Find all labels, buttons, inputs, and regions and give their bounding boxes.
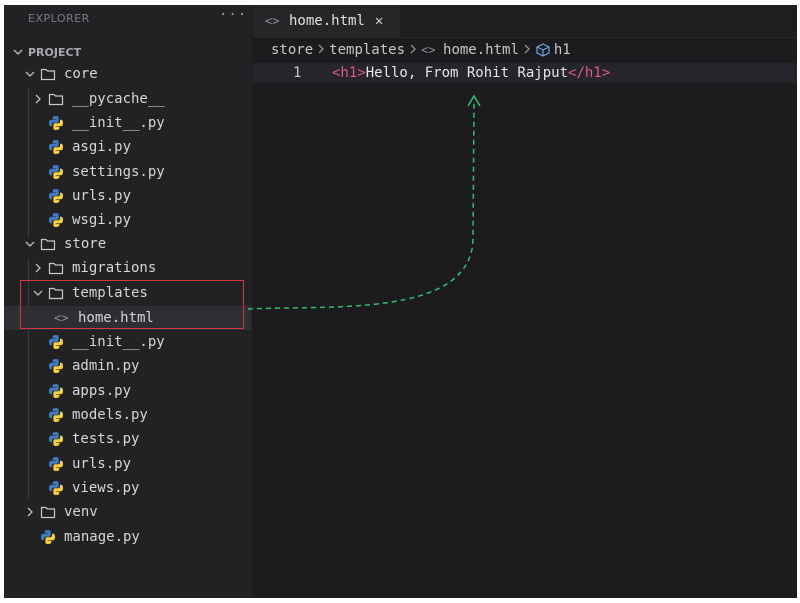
tree-item[interactable]: apps.py (48, 380, 131, 402)
tab-label: home.html (289, 13, 365, 29)
chevron-right-icon (32, 93, 44, 105)
tree-item[interactable]: __pycache__ (32, 88, 165, 110)
tree-item-label: __init__.py (72, 115, 165, 131)
tree-item-label: apps.py (72, 383, 132, 399)
tree-item-label: settings.py (72, 164, 165, 180)
tree-item-label: asgi.py (72, 139, 132, 155)
tree-item-label: __init__.py (72, 334, 165, 350)
explorer-title: EXPLORER (28, 12, 90, 25)
tree-item-label: core (64, 66, 98, 82)
python-file-icon (48, 407, 64, 423)
python-file-icon (48, 480, 64, 496)
folder-icon (48, 92, 64, 106)
tree-item[interactable]: venv (24, 501, 98, 523)
tree-item[interactable]: __init__.py (48, 112, 165, 134)
tree-item[interactable]: urls.py (48, 453, 131, 475)
code-line-1[interactable]: <h1>Hello, From Rohit Rajput</h1> (332, 65, 610, 81)
tree-item-label: wsgi.py (72, 212, 132, 228)
breadcrumb-item-h1[interactable]: h1 (554, 42, 571, 58)
tree-item-label: store (64, 236, 107, 252)
chevron-down-icon (12, 46, 24, 58)
tree-item-label: models.py (72, 407, 148, 423)
tree-item-label: __pycache__ (72, 91, 165, 107)
python-file-icon (48, 456, 64, 472)
tree-item[interactable]: wsgi.py (48, 209, 131, 231)
folder-icon (40, 67, 56, 81)
tree-item-label: tests.py (72, 431, 140, 447)
indent-guide (28, 88, 29, 238)
tree-item[interactable]: models.py (48, 404, 148, 426)
chevron-right-icon (317, 43, 325, 57)
tree-item-label: urls.py (72, 456, 132, 472)
breadcrumb-item-templates[interactable]: templates (329, 42, 405, 58)
line-number: 1 (293, 65, 302, 81)
tree-item-label: admin.py (72, 358, 140, 374)
chevron-right-icon (523, 43, 531, 57)
tree-item-label: migrations (72, 260, 157, 276)
chevron-right-icon (32, 262, 44, 274)
html-file-icon: <> (421, 43, 436, 57)
chevron-down-icon (24, 68, 36, 80)
tree-item[interactable]: settings.py (48, 161, 165, 183)
python-file-icon (48, 188, 64, 204)
code-text: Hello, From Rohit Rajput (365, 65, 569, 81)
folder-icon (40, 505, 56, 519)
chevron-right-icon (24, 506, 36, 518)
tree-item[interactable]: manage.py (40, 526, 140, 548)
python-file-icon (48, 164, 64, 180)
chevron-right-icon (409, 43, 417, 57)
tree-item[interactable]: core (24, 63, 98, 85)
python-file-icon (48, 139, 64, 155)
tree-item-label: venv (64, 504, 98, 520)
explorer-sidebar: EXPLORER ··· PROJECT core __pycache__ __in… (4, 5, 252, 598)
tree-item[interactable]: __init__.py (48, 331, 165, 353)
tree-item[interactable]: tests.py (48, 428, 139, 450)
python-file-icon (48, 383, 64, 399)
folder-icon (40, 237, 56, 251)
python-file-icon (48, 358, 64, 374)
annotation-highlight-box (20, 280, 244, 329)
tab-home-html[interactable]: <> home.html ✕ (253, 5, 400, 37)
html-file-icon: <> (265, 14, 280, 28)
breadcrumb-item-store[interactable]: store (271, 42, 313, 58)
element-cube-icon (535, 42, 551, 58)
breadcrumb: store templates <> home.html h1 (271, 39, 571, 61)
code-close-tag: </h1> (568, 65, 611, 81)
tree-item[interactable]: store (24, 233, 106, 255)
python-file-icon (48, 334, 64, 350)
code-open-tag: <h1> (332, 65, 366, 81)
python-file-icon (48, 431, 64, 447)
editor-area: <> home.html ✕ store templates <> home.h… (253, 5, 797, 598)
close-icon[interactable]: ✕ (375, 13, 383, 29)
project-label: PROJECT (28, 45, 82, 59)
tree-item[interactable]: views.py (48, 477, 139, 499)
tab-bar: <> home.html ✕ (253, 5, 797, 38)
tree-item[interactable]: asgi.py (48, 136, 131, 158)
tree-item-label: urls.py (72, 188, 132, 204)
tree-item[interactable]: migrations (32, 257, 156, 279)
python-file-icon (48, 212, 64, 228)
tree-item-label: manage.py (64, 529, 140, 545)
tree-item-label: views.py (72, 480, 140, 496)
chevron-down-icon (24, 238, 36, 250)
vscode-window: EXPLORER ··· PROJECT core __pycache__ __in… (4, 5, 797, 598)
folder-icon (48, 261, 64, 275)
breadcrumb-item-home-html[interactable]: home.html (443, 42, 519, 58)
python-file-icon (48, 115, 64, 131)
tree-item[interactable]: urls.py (48, 185, 131, 207)
more-actions-icon[interactable]: ··· (219, 7, 247, 23)
project-section-header[interactable]: PROJECT (12, 42, 81, 62)
tree-item[interactable]: admin.py (48, 355, 139, 377)
python-file-icon (40, 529, 56, 545)
